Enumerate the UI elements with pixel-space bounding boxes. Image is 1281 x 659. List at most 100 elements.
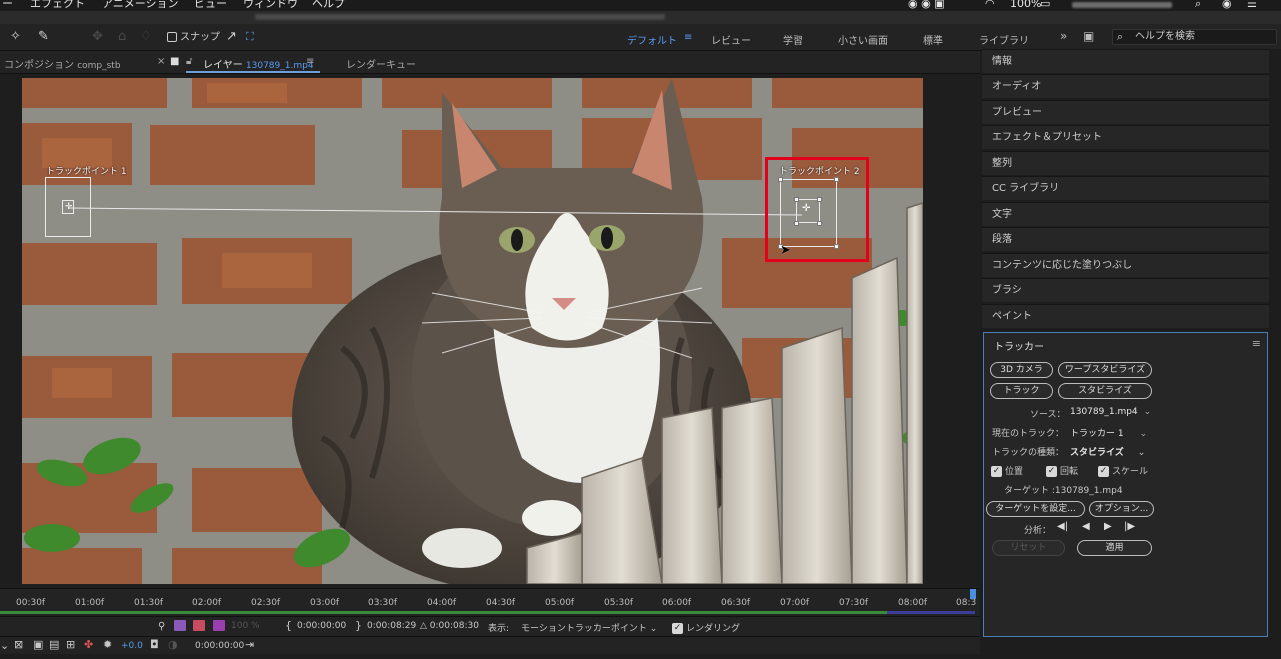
out-point-bracket-icon[interactable]: } bbox=[355, 619, 362, 632]
help-search-input[interactable]: ⌕ ヘルプを検索 bbox=[1112, 29, 1277, 45]
panel-info[interactable]: 情報 bbox=[982, 49, 1269, 73]
analyze-forward-icon[interactable]: ▶ bbox=[1104, 521, 1112, 532]
handle[interactable] bbox=[794, 221, 799, 226]
handle[interactable] bbox=[817, 221, 822, 226]
workspace-panel-icon[interactable]: ▣ bbox=[1083, 29, 1094, 43]
handle[interactable] bbox=[794, 197, 799, 202]
close-tab-icon[interactable]: × bbox=[157, 56, 165, 67]
pin-tool-icon[interactable]: ✎ bbox=[38, 30, 49, 44]
footage-frame[interactable]: トラックポイント 1 ✛ トラックポイント 2 ✛ ➤ bbox=[22, 78, 923, 584]
resolution-icon[interactable]: ⊠ bbox=[14, 638, 23, 651]
workspace-review[interactable]: レビュー bbox=[711, 32, 751, 47]
panel-audio[interactable]: オーディオ bbox=[982, 74, 1269, 98]
menu-item-file[interactable]: ー bbox=[2, 0, 13, 9]
panel-paint[interactable]: ペイント bbox=[982, 304, 1269, 328]
options-button[interactable]: オプション... bbox=[1089, 501, 1154, 517]
set-target-button[interactable]: ターゲットを設定... bbox=[986, 501, 1085, 517]
in-point-bracket-icon[interactable]: { bbox=[285, 619, 292, 632]
puppet-tool-icon[interactable]: ✧ bbox=[10, 30, 21, 44]
workspace-default[interactable]: デフォルト bbox=[627, 32, 677, 47]
snapshot-camera-icon[interactable]: ◘ bbox=[150, 638, 159, 651]
magnification-chevron-icon[interactable]: ⌄ bbox=[0, 639, 9, 652]
snap-target-icon[interactable]: ⛶ bbox=[246, 30, 254, 44]
analyze-back-one-frame-icon[interactable]: ◀| bbox=[1057, 521, 1068, 532]
panel-menu-icon[interactable]: ≡ bbox=[1252, 337, 1261, 350]
render-checkbox[interactable]: ✓ レンダリング bbox=[672, 621, 740, 634]
source-dropdown[interactable]: 130789_1.mp4 ⌄ bbox=[1070, 407, 1151, 417]
exposure-value[interactable]: +0.0 bbox=[121, 641, 143, 651]
rotation-checkbox[interactable]: ✓ 回転 bbox=[1046, 464, 1078, 477]
spotlight-icon[interactable]: ⌕ bbox=[1195, 0, 1201, 9]
panel-align[interactable]: 整列 bbox=[982, 151, 1269, 175]
panel-effects-presets[interactable]: エフェクト＆プリセット bbox=[982, 125, 1269, 149]
warp-stabilizer-button[interactable]: ワープスタビライズ bbox=[1058, 362, 1152, 378]
handle[interactable] bbox=[834, 244, 839, 249]
track-point-1-attach-icon[interactable]: ✛ bbox=[65, 202, 73, 212]
go-to-time-icon[interactable]: ⇥ bbox=[245, 638, 254, 651]
menu-item-animation[interactable]: アニメーション bbox=[102, 0, 179, 9]
analyze-forward-one-frame-icon[interactable]: |▶ bbox=[1124, 521, 1135, 532]
control-center-icon[interactable]: ☰ bbox=[1247, 0, 1257, 9]
stabilize-motion-button[interactable]: スタビライズ bbox=[1058, 383, 1152, 399]
handle[interactable] bbox=[834, 177, 839, 182]
view-dropdown[interactable]: モーショントラッカーポイント ⌄ bbox=[521, 621, 657, 634]
menu-item-help[interactable]: ヘルプ bbox=[312, 0, 345, 9]
workspace-libraries[interactable]: ライブラリ bbox=[979, 32, 1029, 47]
color-swatch-red[interactable] bbox=[193, 620, 205, 631]
3d-camera-button[interactable]: 3D カメラ bbox=[990, 362, 1053, 378]
layer-viewer[interactable]: トラックポイント 1 ✛ トラックポイント 2 ✛ ➤ bbox=[0, 74, 980, 588]
work-area-end-bar[interactable] bbox=[887, 611, 975, 614]
color-swatch-magenta[interactable] bbox=[213, 620, 225, 631]
reset-button[interactable]: リセット bbox=[992, 540, 1065, 556]
reset-exposure-icon[interactable]: ✹ bbox=[103, 638, 112, 651]
puppet-icon[interactable]: ⚲ bbox=[158, 621, 165, 632]
panel-preview[interactable]: プレビュー bbox=[982, 100, 1269, 124]
tab-composition[interactable]: コンポジション comp_stb bbox=[4, 56, 121, 71]
tab-layer[interactable]: レイヤー 130789_1.mp4 bbox=[203, 56, 314, 71]
track-point-2-attach-icon[interactable]: ✛ bbox=[802, 203, 810, 214]
handle[interactable] bbox=[817, 197, 822, 202]
panel-character[interactable]: 文字 bbox=[982, 202, 1269, 226]
panel-content-aware-fill[interactable]: コンテンツに応じた塗りつぶし bbox=[982, 253, 1269, 277]
status-icons[interactable]: ◉ ◉ ▣ bbox=[908, 0, 945, 9]
guides-icon[interactable]: ⊞ bbox=[66, 638, 75, 651]
channel-icon[interactable]: ✤ bbox=[84, 638, 93, 651]
tab-render-queue[interactable]: レンダーキュー bbox=[346, 56, 416, 71]
region-of-interest-icon[interactable]: ▣ bbox=[33, 638, 43, 651]
tab-menu-icon[interactable]: ≡ bbox=[306, 56, 314, 67]
panel-brushes[interactable]: ブラシ bbox=[982, 278, 1269, 302]
timeline-ruler[interactable]: 00:30f 01:00f 01:30f 02:00f 02:30f 03:00… bbox=[0, 588, 980, 616]
workspace-menu-icon[interactable]: ≡ bbox=[684, 32, 692, 43]
color-swatch-purple[interactable] bbox=[174, 620, 186, 631]
playhead[interactable] bbox=[970, 589, 976, 599]
handle[interactable] bbox=[778, 177, 783, 182]
current-time[interactable]: 0:00:00:00 bbox=[195, 641, 244, 651]
workspace-small-screen[interactable]: 小さい画面 bbox=[838, 32, 888, 47]
position-checkbox[interactable]: ✓ 位置 bbox=[991, 464, 1023, 477]
track-type-dropdown[interactable]: スタビライズ ⌄ bbox=[1070, 445, 1145, 458]
in-point-time[interactable]: 0:00:00:00 bbox=[297, 621, 346, 631]
apply-button[interactable]: 適用 bbox=[1077, 540, 1152, 556]
snap-option-icon[interactable]: ↗ bbox=[226, 30, 237, 44]
current-track-dropdown[interactable]: トラッカー 1 ⌄ bbox=[1070, 426, 1147, 439]
work-area-bar[interactable] bbox=[0, 611, 975, 614]
workspace-standard[interactable]: 標準 bbox=[923, 32, 943, 47]
scale-checkbox[interactable]: ✓ スケール bbox=[1098, 464, 1148, 477]
menu-item-effect[interactable]: エフェクト bbox=[30, 0, 85, 9]
panel-paragraph[interactable]: 段落 bbox=[982, 227, 1269, 251]
snap-checkbox[interactable]: スナップ bbox=[167, 31, 220, 45]
workspace-learn[interactable]: 学習 bbox=[783, 32, 803, 47]
menu-item-view[interactable]: ビュー bbox=[194, 0, 227, 9]
menu-item-window[interactable]: ウィンドウ bbox=[243, 0, 298, 9]
more-workspaces-icon[interactable]: » bbox=[1060, 29, 1067, 43]
lock-icon[interactable]: 🔓︎ bbox=[186, 56, 192, 67]
siri-icon[interactable]: ◉ bbox=[1222, 0, 1232, 9]
wifi-icon[interactable]: ◠ bbox=[985, 0, 995, 9]
panel-cc-libraries[interactable]: CC ライブラリ bbox=[982, 176, 1269, 200]
battery-icon[interactable]: ▭ bbox=[1040, 0, 1050, 9]
transparency-grid-icon[interactable]: ▤ bbox=[49, 638, 59, 651]
out-point-time[interactable]: 0:00:08:29 bbox=[367, 621, 416, 631]
show-snapshot-icon[interactable]: ◑ bbox=[168, 638, 178, 651]
analyze-backward-icon[interactable]: ◀ bbox=[1082, 521, 1090, 532]
track-motion-button[interactable]: トラック bbox=[990, 383, 1053, 399]
